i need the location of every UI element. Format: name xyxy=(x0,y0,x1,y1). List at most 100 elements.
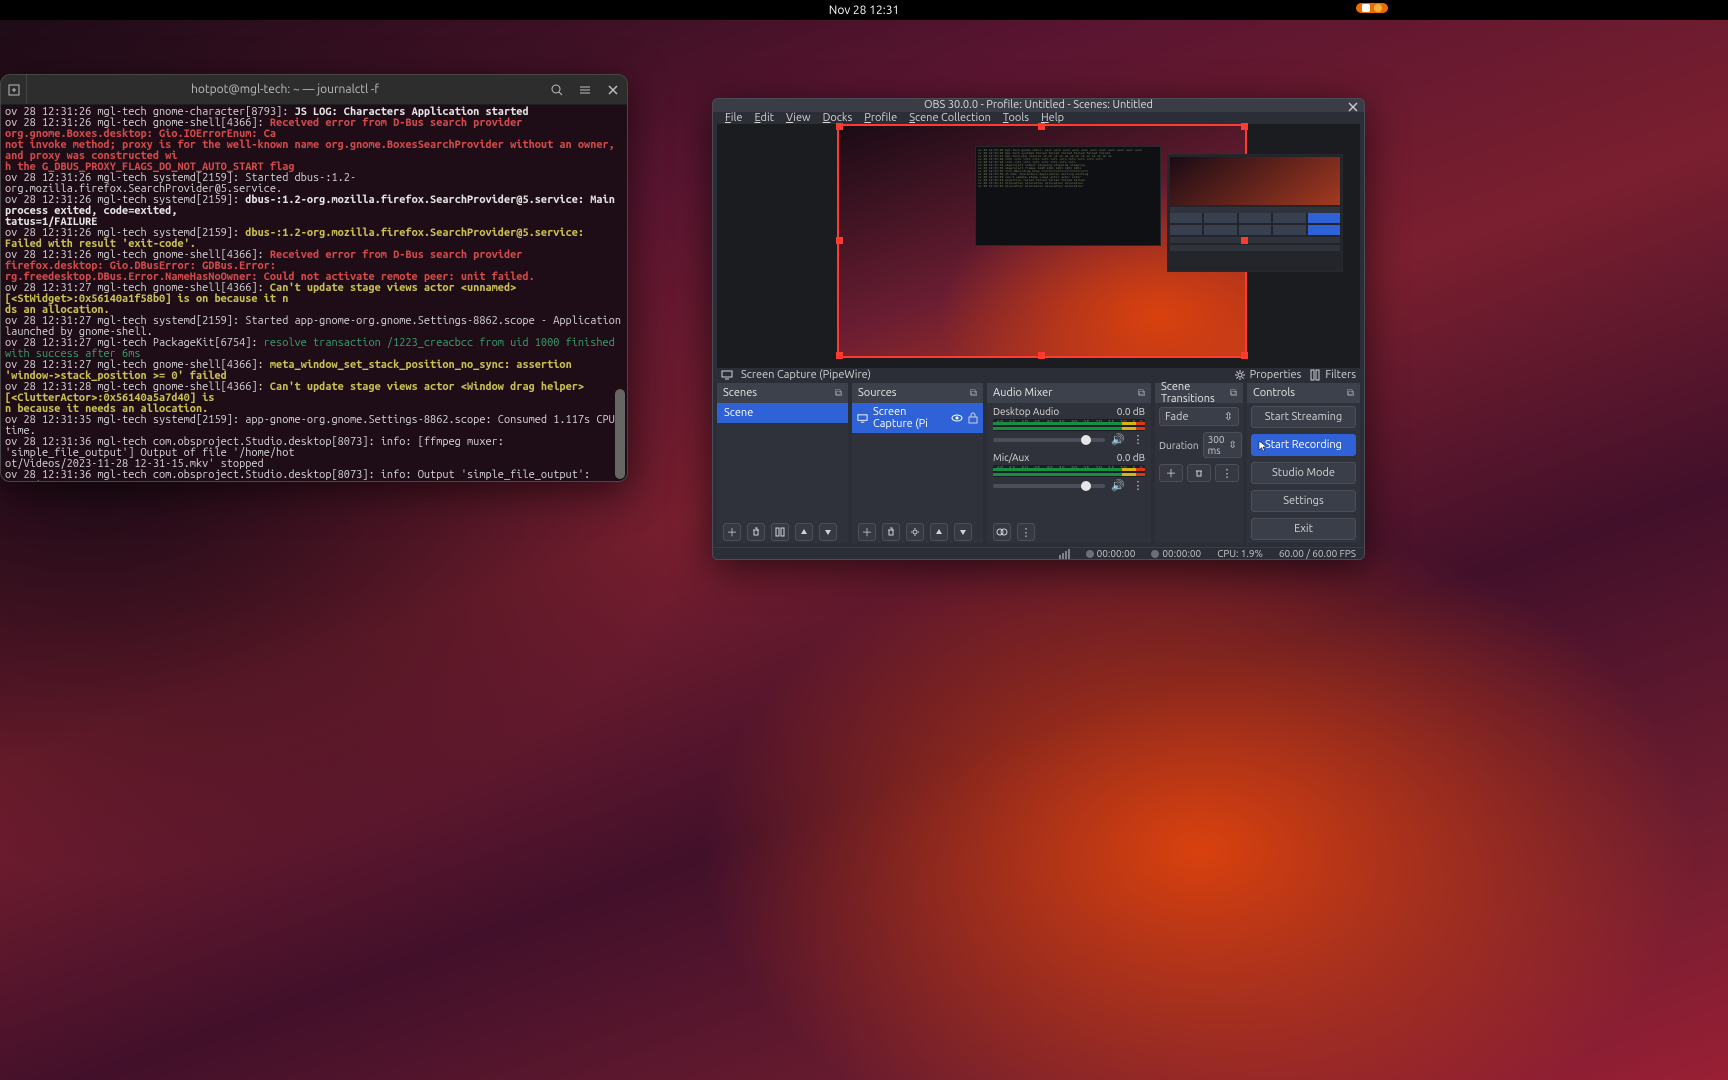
transition-select[interactable]: Fade⇳ xyxy=(1159,407,1239,426)
resize-handle[interactable] xyxy=(1038,123,1045,130)
source-toolbar: Screen Capture (PipeWire) Properties Fil… xyxy=(713,368,1364,383)
dock-title: Controls xyxy=(1253,387,1295,399)
menu-profile[interactable]: Profile xyxy=(858,112,903,124)
source-label: Screen Capture (Pi xyxy=(873,406,946,430)
source-item[interactable]: Screen Capture (Pi xyxy=(852,403,983,433)
track-menu-button[interactable]: ⋮ xyxy=(1131,433,1145,446)
resize-handle[interactable] xyxy=(836,237,843,244)
menu-file[interactable]: File xyxy=(719,112,748,124)
volume-slider[interactable] xyxy=(993,484,1105,488)
record-timer: 00:00:00 xyxy=(1151,548,1201,559)
screencast-indicator[interactable] xyxy=(1356,3,1388,13)
visibility-icon[interactable] xyxy=(951,412,963,424)
volume-slider[interactable] xyxy=(993,438,1105,442)
add-button[interactable]: ＋ xyxy=(858,523,876,541)
controls-dock: Controls ⧉ Start Streaming Start Recording… xyxy=(1247,383,1360,543)
remove-transition-button[interactable] xyxy=(1187,464,1211,482)
menu-scene-collection[interactable]: Scene Collection xyxy=(903,112,997,124)
lock-icon[interactable] xyxy=(968,412,978,424)
popout-icon[interactable]: ⧉ xyxy=(970,387,977,399)
remove-button[interactable] xyxy=(882,523,900,541)
obs-status-bar: 00:00:00 00:00:00 CPU: 1.9% 60.00 / 60.0… xyxy=(713,547,1364,559)
move-down-button[interactable] xyxy=(819,523,837,541)
monitor-icon xyxy=(857,413,868,424)
popout-icon[interactable]: ⧉ xyxy=(835,387,842,399)
properties-button[interactable]: Properties xyxy=(1234,369,1302,381)
start-streaming-button[interactable]: Start Streaming xyxy=(1251,406,1356,428)
source-properties-button[interactable] xyxy=(906,523,924,541)
clock[interactable]: Nov 28 12:31 xyxy=(829,4,899,17)
settings-button[interactable]: Settings xyxy=(1251,490,1356,512)
vu-meter: -60-55-50-45-40-35-30-25-20-15-10-50 xyxy=(993,419,1145,431)
preview-mini-obs xyxy=(1167,154,1343,272)
terminal-window: hotpot@mgl-tech: ~ — journalctl -f ov 28… xyxy=(0,74,628,482)
vu-meter: -60-55-50-45-40-35-30-25-20-15-10-50 xyxy=(993,465,1145,477)
new-tab-button[interactable] xyxy=(1,75,27,104)
add-button[interactable]: ＋ xyxy=(723,523,741,541)
add-transition-button[interactable]: ＋ xyxy=(1159,464,1183,482)
monitor-icon xyxy=(721,369,733,381)
popout-icon[interactable]: ⧉ xyxy=(1138,387,1145,399)
preview-canvas[interactable]: ov 28 12:31:26 mgl-tech gnome-shell: war… xyxy=(839,126,1245,356)
obs-titlebar[interactable]: OBS 30.0.0 - Profile: Untitled - Scenes:… xyxy=(713,99,1364,112)
track-menu-button[interactable]: ⋮ xyxy=(1131,479,1145,492)
popout-icon[interactable]: ⧉ xyxy=(1347,387,1354,399)
resize-handle[interactable] xyxy=(1038,352,1045,359)
close-icon[interactable] xyxy=(1348,102,1358,112)
resize-handle[interactable] xyxy=(836,123,843,130)
resize-handle[interactable] xyxy=(1241,352,1248,359)
terminal-output[interactable]: ov 28 12:31:26 mgl-tech gnome-character[… xyxy=(1,105,627,481)
resize-handle[interactable] xyxy=(1241,123,1248,130)
hamburger-menu-icon[interactable] xyxy=(571,76,599,104)
selected-source-label: Screen Capture (PipeWire) xyxy=(741,369,871,381)
close-icon[interactable] xyxy=(599,76,627,104)
resize-handle[interactable] xyxy=(836,352,843,359)
chevron-updown-icon: ⇳ xyxy=(1229,439,1237,451)
advanced-audio-button[interactable] xyxy=(993,523,1011,541)
scene-filters-button[interactable] xyxy=(771,523,789,541)
start-recording-button[interactable]: Start Recording xyxy=(1251,434,1356,456)
obs-preview[interactable]: ov 28 12:31:26 mgl-tech gnome-shell: war… xyxy=(717,124,1360,368)
track-db: 0.0 dB xyxy=(1117,406,1145,417)
menu-view[interactable]: View xyxy=(780,112,817,124)
duration-spinner[interactable]: 300 ms⇳ xyxy=(1203,432,1242,458)
move-up-button[interactable] xyxy=(795,523,813,541)
terminal-title: hotpot@mgl-tech: ~ — journalctl -f xyxy=(27,83,543,96)
terminal-titlebar[interactable]: hotpot@mgl-tech: ~ — journalctl -f xyxy=(1,75,627,105)
dock-title: Scenes xyxy=(723,387,757,399)
speaker-icon[interactable]: 🔊 xyxy=(1111,433,1125,446)
menu-edit[interactable]: Edit xyxy=(748,112,780,124)
stream-timer: 00:00:00 xyxy=(1086,548,1136,559)
network-icon xyxy=(1059,549,1070,559)
cpu-usage: CPU: 1.9% xyxy=(1217,548,1263,559)
menu-tools[interactable]: Tools xyxy=(997,112,1035,124)
obs-title-text: OBS 30.0.0 - Profile: Untitled - Scenes:… xyxy=(924,99,1153,111)
search-icon[interactable] xyxy=(543,76,571,104)
track-name: Desktop Audio xyxy=(993,406,1059,417)
cursor-icon xyxy=(1258,440,1268,452)
audio-menu-button[interactable]: ⋮ xyxy=(1017,523,1035,541)
filters-button[interactable]: Filters xyxy=(1309,369,1356,381)
transition-menu-button[interactable]: ⋮ xyxy=(1215,464,1239,482)
dock-title: Sources xyxy=(858,387,897,399)
chevron-updown-icon: ⇳ xyxy=(1224,410,1233,423)
filters-icon xyxy=(1309,369,1321,381)
speaker-icon[interactable]: 🔊 xyxy=(1111,479,1125,492)
popout-icon[interactable]: ⧉ xyxy=(1230,387,1237,399)
obs-window: OBS 30.0.0 - Profile: Untitled - Scenes:… xyxy=(712,98,1365,560)
fps-counter: 60.00 / 60.00 FPS xyxy=(1279,548,1356,559)
move-up-button[interactable] xyxy=(930,523,948,541)
resize-handle[interactable] xyxy=(1241,237,1248,244)
move-down-button[interactable] xyxy=(954,523,972,541)
preview-mini-terminal: ov 28 12:31:26 mgl-tech gnome-shell: war… xyxy=(975,146,1161,246)
exit-button[interactable]: Exit xyxy=(1251,518,1356,540)
duration-label: Duration xyxy=(1159,440,1199,451)
audio-track: Mic/Aux0.0 dB-60-55-50-45-40-35-30-25-20… xyxy=(987,449,1151,495)
track-db: 0.0 dB xyxy=(1117,452,1145,463)
scene-item[interactable]: Scene xyxy=(717,403,848,423)
terminal-scrollbar[interactable] xyxy=(615,105,625,479)
sources-dock: Sources ⧉ Screen Capture (Pi ＋ xyxy=(852,383,983,543)
audio-mixer-dock: Audio Mixer⧉ Desktop Audio0.0 dB-60-55-5… xyxy=(987,383,1151,543)
remove-button[interactable] xyxy=(747,523,765,541)
studio-mode-button[interactable]: Studio Mode xyxy=(1251,462,1356,484)
